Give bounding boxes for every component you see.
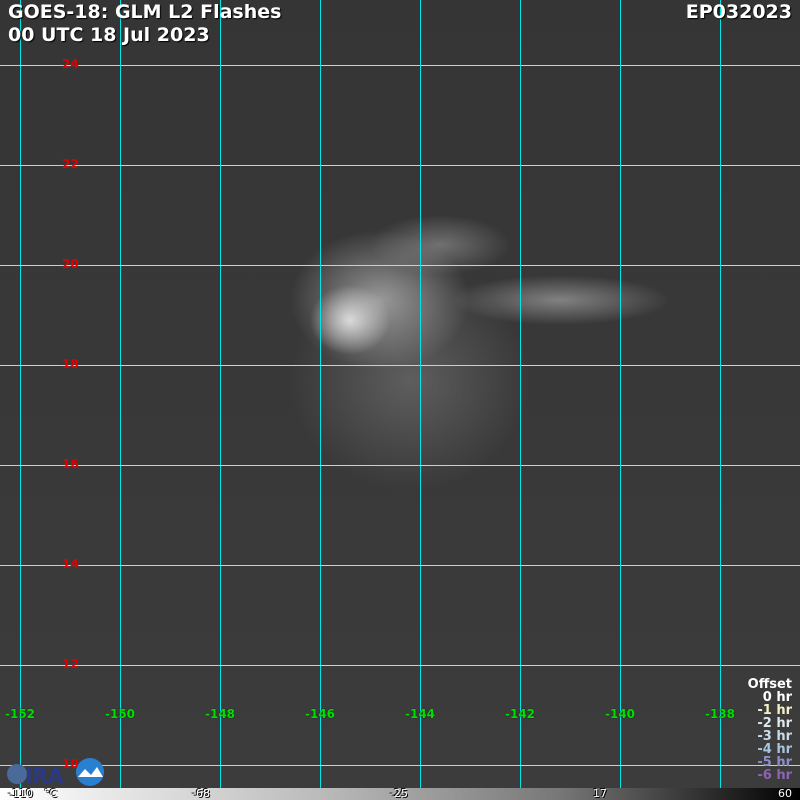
latitude-line [0, 365, 800, 366]
latitude-label: 12 [62, 657, 79, 671]
latitude-label: 24 [62, 57, 79, 71]
longitude-line [520, 0, 521, 788]
latitude-line [0, 465, 800, 466]
product-title: GOES-18: GLM L2 Flashes [8, 1, 282, 23]
longitude-label: -140 [604, 707, 636, 721]
latitude-label: 18 [62, 357, 79, 371]
storm-id: EP032023 [685, 1, 792, 23]
longitude-line [620, 0, 621, 788]
longitude-label: -148 [204, 707, 236, 721]
satellite-map: GOES-18: GLM L2 Flashes 00 UTC 18 Jul 20… [0, 0, 800, 800]
datetime: 00 UTC 18 Jul 2023 [8, 24, 210, 46]
latitude-line [0, 765, 800, 766]
latitude-label: 20 [62, 257, 79, 271]
latitude-line [0, 265, 800, 266]
longitude-label: -142 [504, 707, 536, 721]
latitude-line [0, 565, 800, 566]
colorbar-label: -110 [8, 787, 33, 800]
latitude-label: 16 [62, 457, 79, 471]
colorbar-unit: °C [44, 787, 58, 800]
legend-item: -6 hr [757, 768, 792, 783]
colorbar-label: -25 [390, 787, 408, 800]
colorbar-label: -68 [192, 787, 210, 800]
longitude-line [420, 0, 421, 788]
latitude-line [0, 165, 800, 166]
latitude-label: 10 [62, 757, 79, 771]
latitude-label: 14 [62, 557, 79, 571]
longitude-line [220, 0, 221, 788]
latitude-label: 22 [62, 157, 79, 171]
offset-legend: Offset 0 hr -1 hr -2 hr -3 hr -4 hr -5 hr -6 h… [748, 678, 792, 782]
latitude-line [0, 665, 800, 666]
longitude-label: -138 [704, 707, 736, 721]
longitude-line [120, 0, 121, 788]
longitude-label: -150 [104, 707, 136, 721]
longitude-line [20, 0, 21, 788]
longitude-label: -152 [4, 707, 36, 721]
longitude-line [320, 0, 321, 788]
longitude-label: -146 [304, 707, 336, 721]
longitude-line [720, 0, 721, 788]
longitude-label: -144 [404, 707, 436, 721]
svg-text:IRA: IRA [25, 764, 64, 787]
colorbar-label: 17 [593, 787, 607, 800]
cira-rammb-logo: IRA [5, 757, 105, 788]
colorbar-label: 60 [778, 787, 792, 800]
